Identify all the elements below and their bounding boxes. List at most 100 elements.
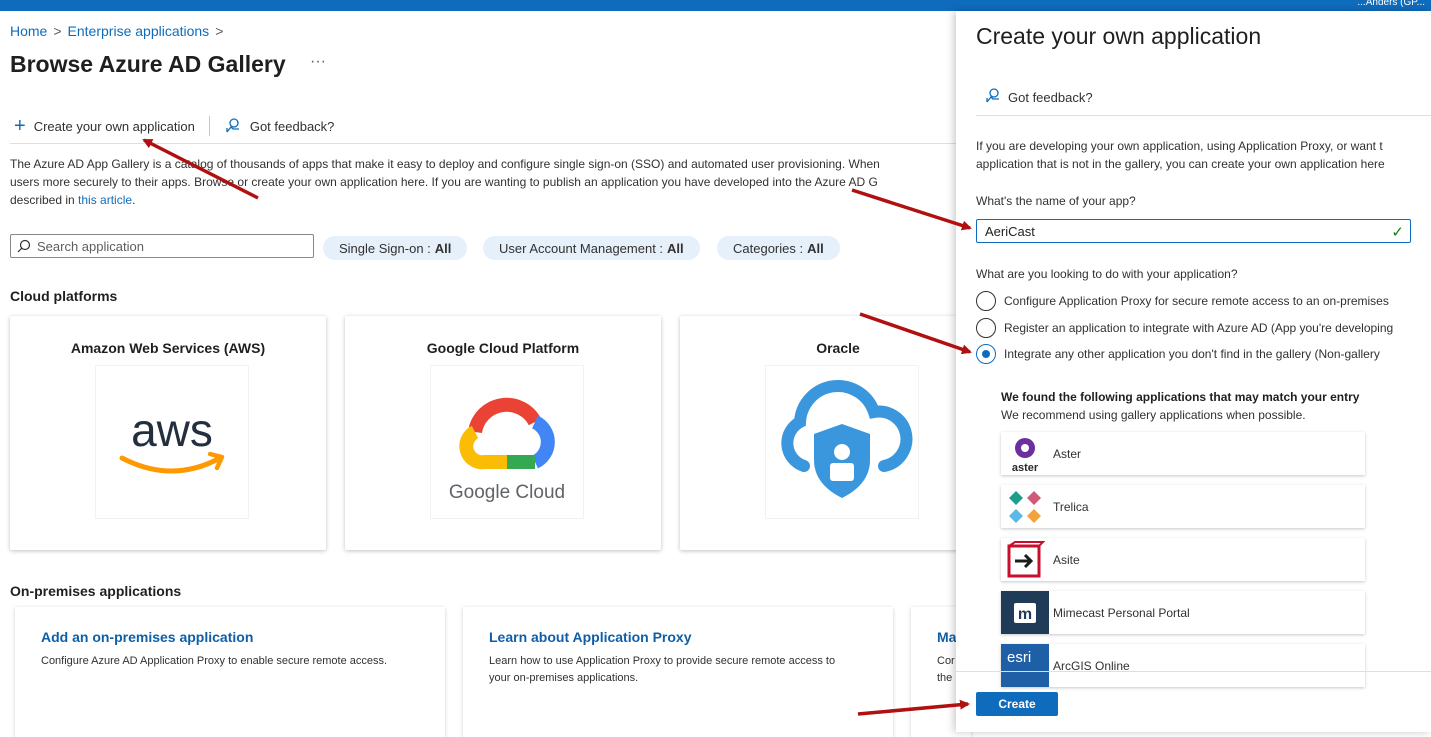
panel-divider xyxy=(976,115,1431,116)
toolbar-divider-line xyxy=(10,143,960,144)
breadcrumb-separator: > xyxy=(53,23,62,39)
option-register-application[interactable]: Register an application to integrate wit… xyxy=(976,318,1393,338)
onprem-card-text: Learn how to use Application Proxy to pr… xyxy=(489,655,836,684)
match-item-aster[interactable]: aster Aster xyxy=(1001,432,1365,475)
matches-subheading: We recommend using gallery applications … xyxy=(1001,408,1306,422)
valid-check-icon: ✓ xyxy=(1391,224,1404,241)
app-purpose-label: What are you looking to do with your app… xyxy=(976,267,1238,281)
breadcrumb-home[interactable]: Home xyxy=(10,23,47,39)
cloud-card-google[interactable]: Google Cloud Platform Google Cloud xyxy=(345,316,661,550)
match-name: Asite xyxy=(1053,552,1080,567)
add-onprem-application-link[interactable]: Add an on-premises application xyxy=(41,629,253,645)
toolbar-divider xyxy=(208,116,210,136)
feedback-icon xyxy=(224,117,242,135)
aws-logo-text: aws xyxy=(131,404,213,456)
account-name[interactable]: ...Anders (GP... xyxy=(1357,0,1425,8)
description-text: . xyxy=(132,193,136,207)
create-own-application-button[interactable]: + Create your own application xyxy=(14,115,195,137)
onprem-card-title-truncated[interactable]: Ma xyxy=(937,629,956,645)
app-name-field: ✓ xyxy=(976,219,1411,243)
mimecast-logo: m xyxy=(1001,591,1049,634)
match-name: Aster xyxy=(1053,446,1082,461)
match-item-trelica[interactable]: Trelica xyxy=(1001,485,1365,528)
search-icon xyxy=(17,239,31,253)
asite-logo xyxy=(1001,538,1049,581)
option-non-gallery[interactable]: Integrate any other application you don'… xyxy=(976,344,1380,364)
filter-single-sign-on[interactable]: Single Sign-on : All xyxy=(323,236,468,260)
matches-heading: We found the following applications that… xyxy=(1001,390,1360,404)
esri-logo: esri xyxy=(1001,644,1049,687)
learn-application-proxy-link[interactable]: Learn about Application Proxy xyxy=(489,629,692,645)
option-label: Integrate any other application you don'… xyxy=(1004,347,1380,361)
on-premises-heading: On-premises applications xyxy=(10,583,182,599)
create-own-application-label: Create your own application xyxy=(33,118,195,134)
card-title: Amazon Web Services (AWS) xyxy=(70,340,266,356)
panel-got-feedback-button[interactable]: Got feedback? xyxy=(984,87,1093,108)
aster-logo-text: aster xyxy=(1012,462,1039,474)
gallery-description: The Azure AD App Gallery is a catalog of… xyxy=(10,155,960,209)
esri-logo-text: esri xyxy=(1007,649,1031,666)
onprem-card-text: Configure Azure AD Application Proxy to … xyxy=(41,655,388,667)
match-item-mimecast[interactable]: m Mimecast Personal Portal xyxy=(1001,591,1365,634)
breadcrumb-enterprise-applications[interactable]: Enterprise applications xyxy=(68,23,210,39)
panel-description-line: application that is not in the gallery, … xyxy=(976,157,1385,171)
search-application-input[interactable] xyxy=(35,237,305,255)
create-button[interactable]: Create xyxy=(976,692,1058,716)
option-application-proxy[interactable]: Configure Application Proxy for secure r… xyxy=(976,291,1389,311)
radio-button-selected[interactable] xyxy=(976,344,996,364)
cloud-card-aws[interactable]: Amazon Web Services (AWS) aws xyxy=(10,316,326,550)
oracle-cloud-shield-logo xyxy=(766,366,918,518)
filter-value: All xyxy=(807,240,824,256)
got-feedback-button[interactable]: Got feedback? xyxy=(224,117,335,135)
panel-footer-divider xyxy=(956,671,1431,672)
onprem-card-add[interactable]: Add an on-premises application Configure… xyxy=(15,607,445,737)
panel-description: If you are developing your own applicati… xyxy=(976,137,1431,173)
description-text: described in xyxy=(10,193,79,207)
command-bar: + Create your own application Got feedba… xyxy=(14,116,334,136)
aws-logo: aws xyxy=(96,366,248,518)
radio-button[interactable] xyxy=(976,318,996,338)
google-cloud-logo: Google Cloud xyxy=(431,366,583,518)
aster-logo: aster xyxy=(1001,432,1049,475)
filter-label: Categories : xyxy=(733,240,804,256)
breadcrumb-separator: > xyxy=(215,23,224,39)
onprem-card-learn[interactable]: Learn about Application Proxy Learn how … xyxy=(463,607,893,737)
match-item-arcgis[interactable]: esri ArcGIS Online xyxy=(1001,644,1365,687)
breadcrumb: Home > Enterprise applications > xyxy=(10,23,229,39)
page-title: Browse Azure AD Gallery xyxy=(10,51,286,77)
got-feedback-label: Got feedback? xyxy=(249,118,335,134)
option-label: Configure Application Proxy for secure r… xyxy=(1004,294,1389,308)
search-application-box xyxy=(10,234,314,258)
radio-button[interactable] xyxy=(976,291,996,311)
cloud-platforms-heading: Cloud platforms xyxy=(10,288,118,304)
description-line: described in this article. xyxy=(10,191,960,209)
description-line: The Azure AD App Gallery is a catalog of… xyxy=(10,157,880,171)
match-name: Mimecast Personal Portal xyxy=(1053,605,1190,620)
card-title: Oracle xyxy=(816,340,860,356)
cloud-card-oracle[interactable]: Oracle xyxy=(680,316,996,550)
create-application-panel: Create your own application Got feedback… xyxy=(956,11,1431,732)
description-line: users more securely to their apps. Brows… xyxy=(10,175,878,189)
filter-label: Single Sign-on : xyxy=(339,240,431,256)
card-title: Google Cloud Platform xyxy=(426,340,580,356)
filter-value: All xyxy=(434,240,452,256)
plus-icon: + xyxy=(14,115,26,137)
app-name-input[interactable] xyxy=(977,222,1377,240)
option-label: Register an application to integrate wit… xyxy=(1004,321,1394,335)
panel-title: Create your own application xyxy=(976,23,1262,49)
match-item-asite[interactable]: Asite xyxy=(1001,538,1365,581)
match-name: Trelica xyxy=(1053,499,1089,514)
filter-user-account-management[interactable]: User Account Management : All xyxy=(483,236,700,260)
more-options-icon[interactable]: ··· xyxy=(310,53,326,71)
trelica-logo xyxy=(1001,485,1049,528)
filter-value: All xyxy=(667,240,684,256)
feedback-icon xyxy=(984,87,1002,108)
mimecast-logo-text: m xyxy=(1018,606,1032,623)
panel-feedback-label: Got feedback? xyxy=(1008,90,1093,105)
app-name-label: What's the name of your app? xyxy=(976,194,1136,208)
this-article-link[interactable]: this article xyxy=(78,193,132,207)
google-cloud-logo-text: Google Cloud xyxy=(449,482,565,503)
panel-description-line: If you are developing your own applicati… xyxy=(976,139,1383,153)
filter-categories[interactable]: Categories : All xyxy=(717,236,840,260)
filter-label: User Account Management : xyxy=(499,240,664,256)
